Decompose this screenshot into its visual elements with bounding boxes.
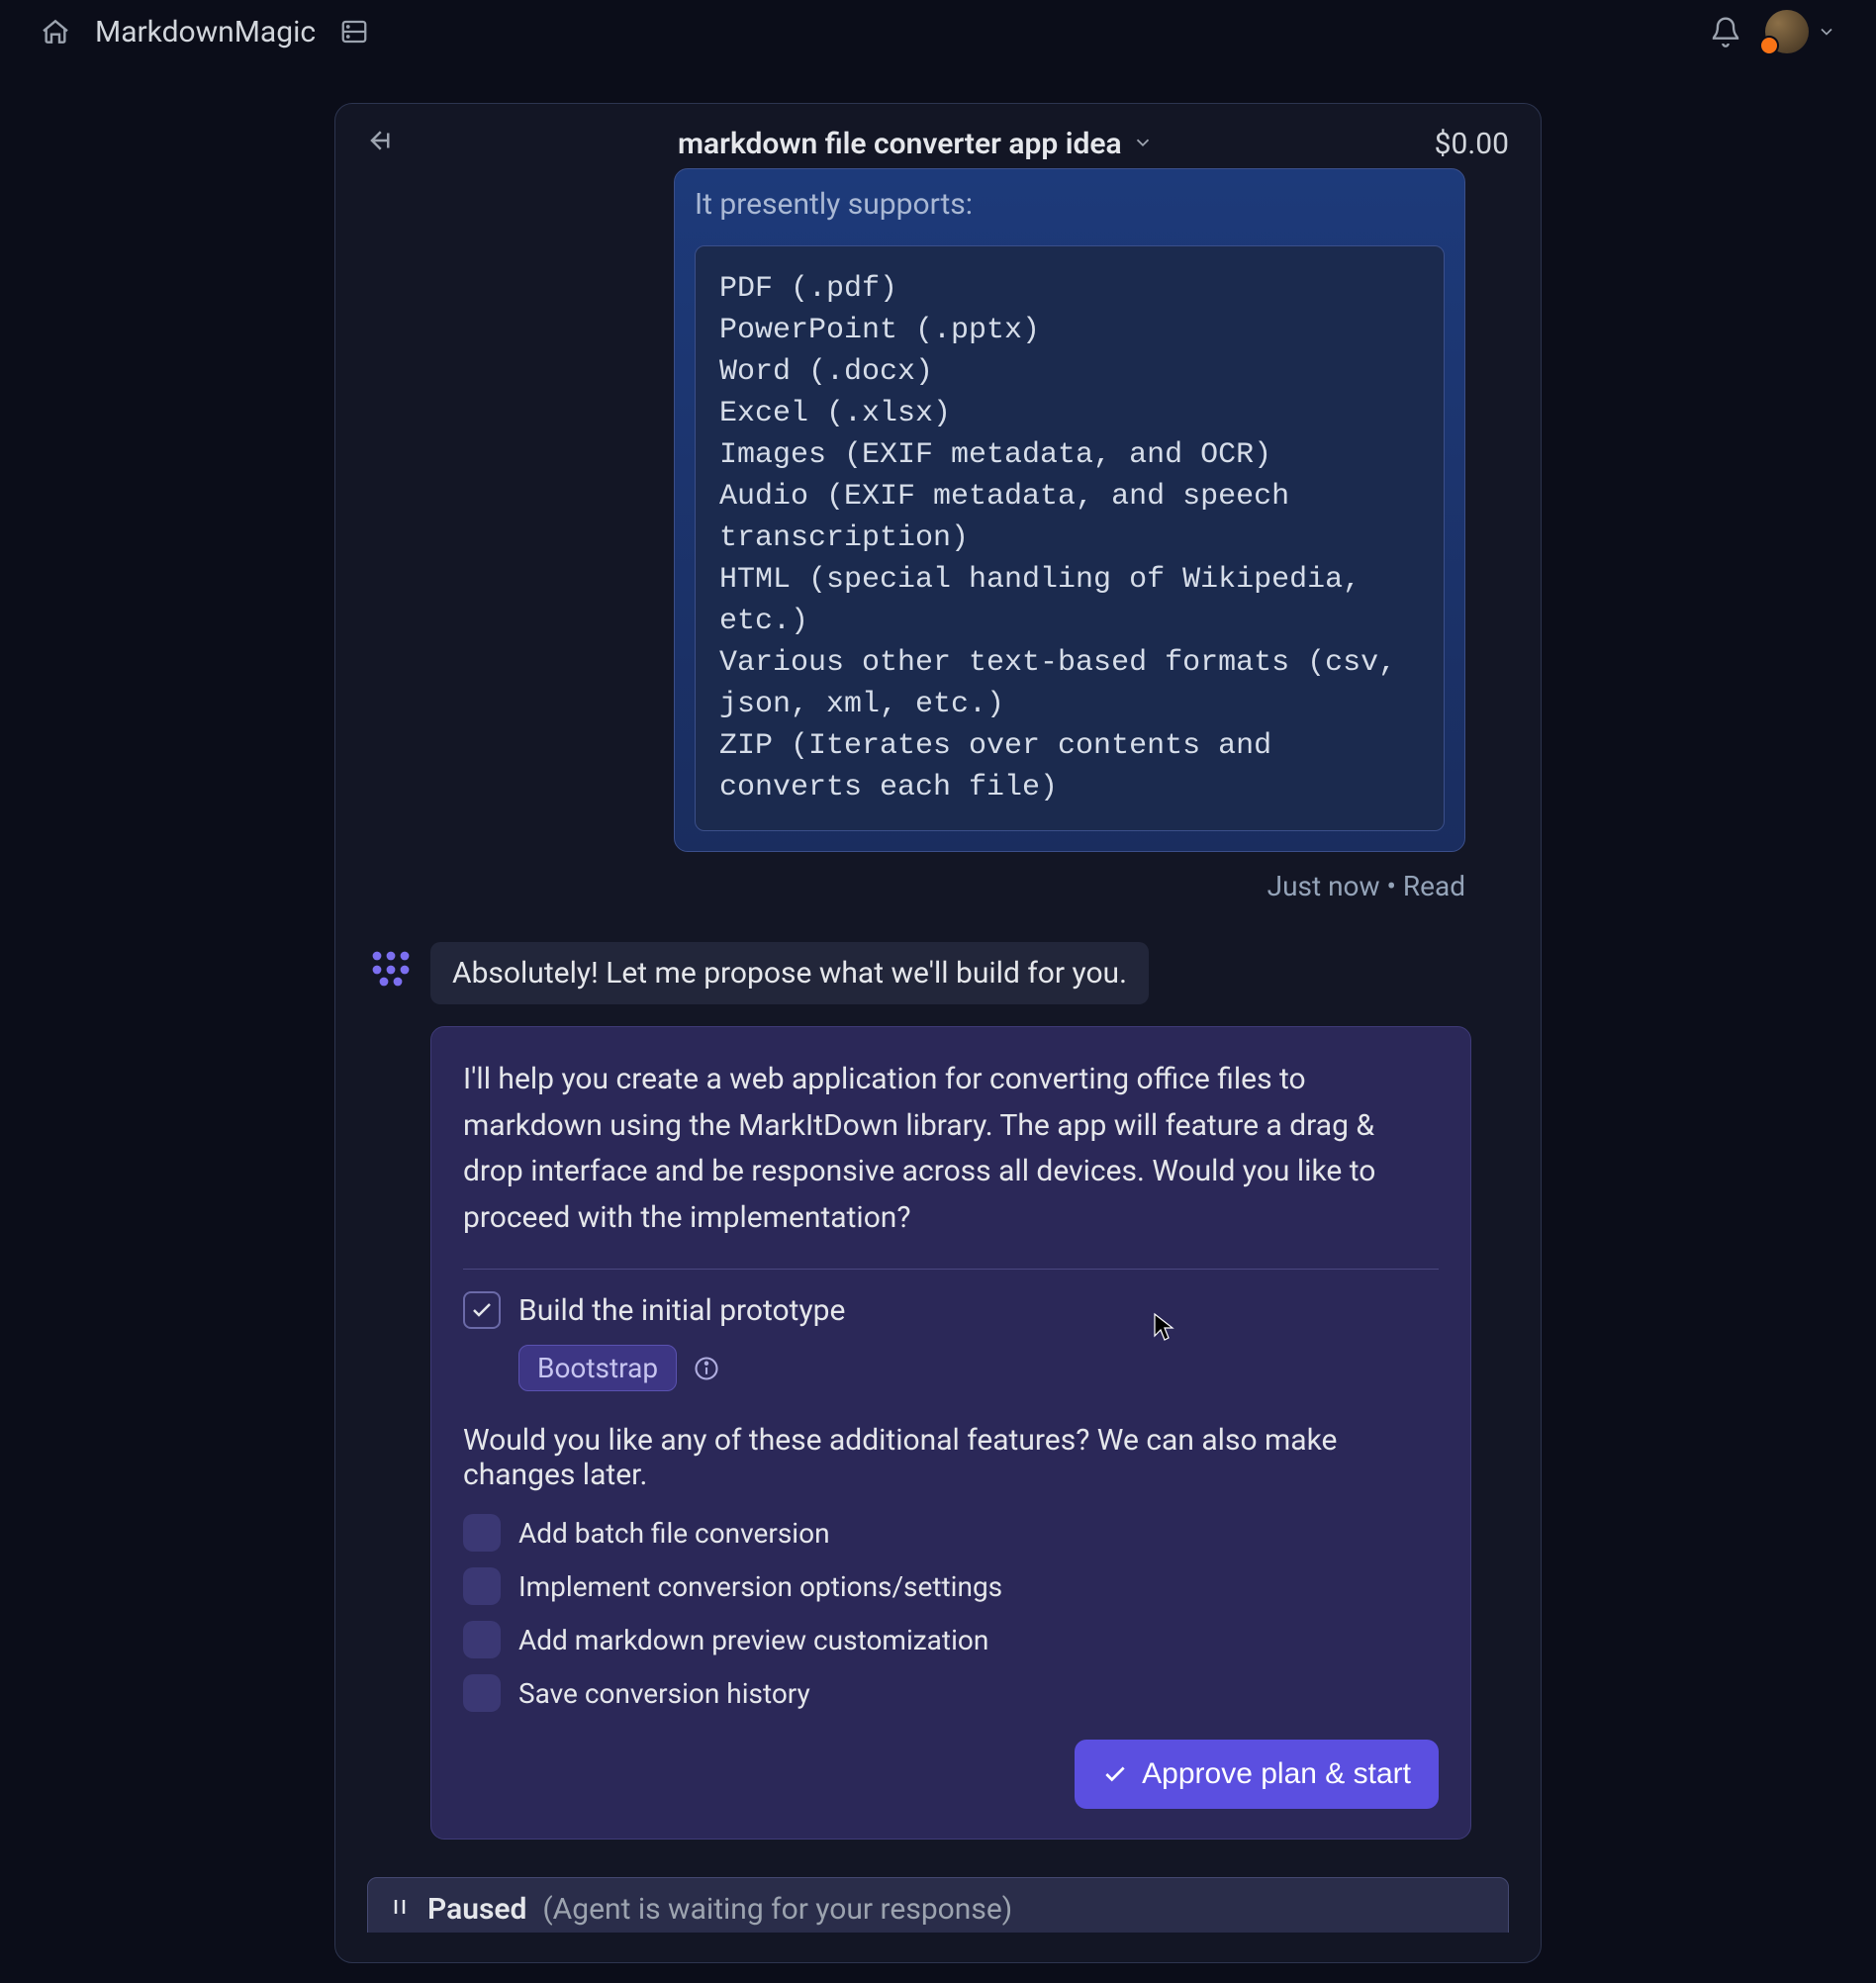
approve-button-label: Approve plan & start [1142, 1757, 1411, 1791]
status-state: Paused [427, 1892, 526, 1927]
agent-message: Absolutely! Let me propose what we'll bu… [430, 942, 1149, 1004]
back-arrow-icon[interactable] [367, 126, 397, 162]
task-checkbox[interactable] [463, 1291, 501, 1329]
plan-description: I'll help you create a web application f… [463, 1057, 1439, 1241]
code-block: PDF (.pdf) PowerPoint (.pptx) Word (.doc… [695, 245, 1445, 831]
user-message-heading: It presently supports: [695, 187, 1445, 222]
home-icon[interactable] [40, 16, 71, 47]
chevron-down-icon [1132, 127, 1154, 161]
feature-label: Add markdown preview customization [518, 1624, 988, 1656]
check-icon [1102, 1761, 1128, 1787]
tag-bootstrap[interactable]: Bootstrap [518, 1345, 677, 1391]
price-display: $0.00 [1435, 127, 1509, 161]
user-menu[interactable] [1765, 10, 1836, 53]
chevron-down-icon [1817, 22, 1836, 42]
plan-card: I'll help you create a web application f… [430, 1026, 1471, 1840]
feature-checkbox[interactable] [463, 1567, 501, 1605]
bell-icon[interactable] [1710, 16, 1741, 47]
feature-option[interactable]: Add markdown preview customization [463, 1621, 1439, 1658]
status-detail: (Agent is waiting for your response) [542, 1892, 1012, 1927]
feature-label: Save conversion history [518, 1677, 810, 1710]
feature-checkbox[interactable] [463, 1674, 501, 1712]
topbar: MarkdownMagic [0, 0, 1876, 63]
pause-icon [388, 1892, 412, 1927]
agent-message-row: Absolutely! Let me propose what we'll bu… [367, 942, 1509, 1004]
feature-label: Implement conversion options/settings [518, 1570, 1002, 1603]
feature-label: Add batch file conversion [518, 1517, 830, 1550]
feature-list: Add batch file conversion Implement conv… [463, 1514, 1439, 1712]
agent-avatar-icon [367, 942, 415, 990]
additional-features-heading: Would you like any of these additional f… [463, 1423, 1439, 1492]
feature-option[interactable]: Add batch file conversion [463, 1514, 1439, 1552]
feature-option[interactable]: Save conversion history [463, 1674, 1439, 1712]
task-label: Build the initial prototype [518, 1293, 845, 1328]
app-title: MarkdownMagic [95, 15, 316, 49]
feature-checkbox[interactable] [463, 1514, 501, 1552]
panel-header: markdown file converter app idea $0.00 [367, 126, 1509, 162]
approve-button[interactable]: Approve plan & start [1075, 1740, 1439, 1809]
user-message: It presently supports: PDF (.pdf) PowerP… [674, 168, 1465, 902]
feature-checkbox[interactable] [463, 1621, 501, 1658]
panel-icon[interactable] [339, 17, 369, 47]
status-bar: Paused (Agent is waiting for your respon… [367, 1877, 1509, 1933]
message-meta: Just now • Read [674, 870, 1465, 902]
panel-title[interactable]: markdown file converter app idea [678, 127, 1154, 161]
info-icon[interactable] [693, 1355, 720, 1382]
avatar [1765, 10, 1809, 53]
task-row[interactable]: Build the initial prototype [463, 1291, 1439, 1329]
panel-title-text: markdown file converter app idea [678, 127, 1122, 161]
feature-option[interactable]: Implement conversion options/settings [463, 1567, 1439, 1605]
main-panel: markdown file converter app idea $0.00 I… [334, 103, 1542, 1963]
